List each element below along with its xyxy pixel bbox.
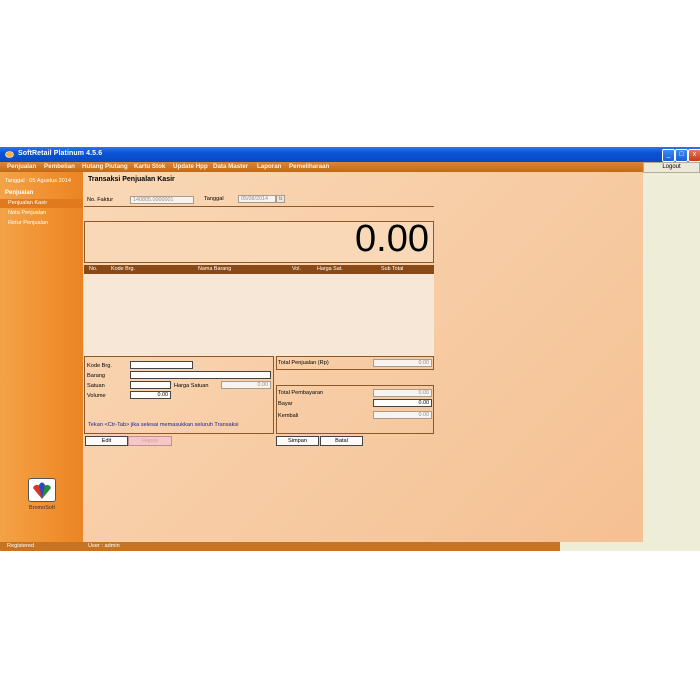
menu-update-hpp[interactable]: Update Hpp xyxy=(173,163,208,170)
col-vol: Vol. xyxy=(292,266,301,272)
simpan-button[interactable]: Simpan xyxy=(276,436,319,446)
satuan-input[interactable] xyxy=(130,381,171,389)
page-title: Transaksi Penjualan Kasir xyxy=(88,176,175,183)
total-penjualan-field[interactable]: 0.00 xyxy=(373,359,432,367)
harga-satuan-field[interactable]: 0.00 xyxy=(221,381,271,389)
no-faktur-label: No. Faktur xyxy=(87,197,114,203)
transaction-grid[interactable] xyxy=(84,274,434,356)
right-pane xyxy=(643,173,700,542)
sidebar-section-penjualan: Penjualan xyxy=(5,190,34,196)
menu-bar: Penjualan Pembelian Hutang Piutang Kartu… xyxy=(0,162,643,172)
sidebar-item-retur-penjualan[interactable]: Retur Penjualan xyxy=(0,219,83,228)
grid-header: No. Kode Brg. Nama Barang Vol. Harga Sat… xyxy=(84,265,434,274)
menu-pemeliharaan[interactable]: Pemeliharaan xyxy=(289,163,329,170)
col-harga-sat: Harga Sat. xyxy=(317,266,343,272)
satuan-label: Satuan xyxy=(87,383,105,389)
kembali-field[interactable]: 0.00 xyxy=(373,411,432,419)
hint-text: Tekan <Ctr-Tab> jika selesai memasukkan … xyxy=(88,422,239,428)
bayar-input[interactable]: 0.00 xyxy=(373,399,432,407)
status-registered: Registered xyxy=(7,543,35,549)
total-penjualan-label: Total Penjualan (Rp) xyxy=(278,360,329,366)
kembali-label: Kembali xyxy=(278,413,299,419)
sidebar-date: Tanggal : 05 Agustus 2014 xyxy=(5,178,71,184)
col-sub-total: Sub Total xyxy=(381,266,404,272)
batal-button[interactable]: Batal xyxy=(320,436,363,446)
logout-button[interactable]: Logout xyxy=(643,162,700,173)
menu-pembelian[interactable]: Pembelian xyxy=(44,163,75,170)
barang-label: Barang xyxy=(87,373,106,379)
status-bar-right xyxy=(560,542,700,551)
no-faktur-field[interactable]: 140805.0000001 xyxy=(130,196,194,204)
menu-penjualan[interactable]: Penjualan xyxy=(7,163,36,170)
edit-button[interactable]: Edit xyxy=(85,436,128,446)
menu-laporan[interactable]: Laporan xyxy=(257,163,281,170)
volume-input[interactable]: 0.00 xyxy=(130,391,171,399)
total-pembayaran-label: Total Pembayaran xyxy=(278,390,324,396)
logo-label: BromoSoft xyxy=(29,505,55,511)
col-nama-barang: Nama Barang xyxy=(198,266,232,272)
menu-kartu-stok[interactable]: Kartu Stok xyxy=(134,163,165,170)
menu-data-master[interactable]: Data Master xyxy=(213,163,248,170)
minimize-button[interactable]: _ xyxy=(662,149,675,162)
tanggal-label: Tanggal xyxy=(204,196,224,202)
bromosoft-logo-icon xyxy=(28,478,56,502)
kode-brg-label: Kode Brg. xyxy=(87,363,112,369)
col-kode-brg: Kode Brg. xyxy=(111,266,135,272)
status-user: User : admin xyxy=(88,543,120,549)
sidebar-item-nota-penjualan[interactable]: Nota Penjualan xyxy=(0,209,83,218)
harga-satuan-label: Harga Satuan xyxy=(174,383,209,389)
volume-label: Volume xyxy=(87,393,106,399)
date-spinner-icon[interactable]: ⇅ xyxy=(276,195,285,203)
total-display-value: 0.00 xyxy=(355,218,429,260)
close-button[interactable]: x xyxy=(688,149,700,162)
barang-input[interactable] xyxy=(130,371,271,379)
maximize-button[interactable]: □ xyxy=(675,149,688,162)
col-no: No. xyxy=(89,266,98,272)
status-bar: Registered User : admin xyxy=(0,542,560,551)
app-icon xyxy=(5,151,14,158)
total-pembayaran-field[interactable]: 0.00 xyxy=(373,389,432,397)
divider xyxy=(84,206,434,207)
tanggal-field[interactable]: 05/08/2014 xyxy=(238,195,276,203)
title-bar: SoftRetail Platinum 4.5.6 _ □ x xyxy=(0,147,700,162)
menu-hutang-piutang[interactable]: Hutang Piutang xyxy=(82,163,128,170)
sidebar-item-penjualan-kasir[interactable]: Penjualan Kasir xyxy=(0,199,83,208)
kode-brg-input[interactable] xyxy=(130,361,193,369)
bayar-label: Bayar xyxy=(278,401,293,407)
window-title: SoftRetail Platinum 4.5.6 xyxy=(18,150,103,157)
hapus-button[interactable]: Hapus xyxy=(128,436,172,446)
total-display: 0.00 xyxy=(84,218,434,263)
